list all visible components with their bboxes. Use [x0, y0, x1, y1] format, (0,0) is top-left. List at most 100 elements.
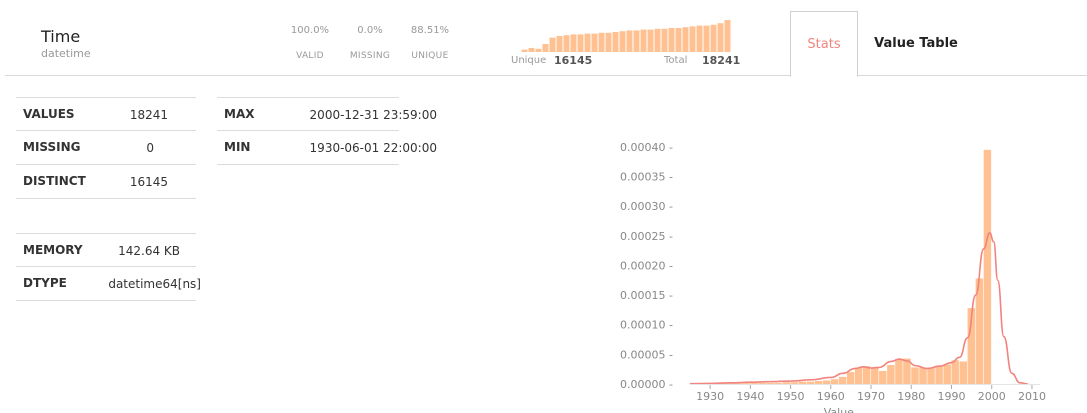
stat-row-max: MAX 2000-12-31 23:59:00: [217, 97, 437, 131]
stat-value: 16145: [129, 175, 168, 189]
mini-hist-bar: [703, 25, 710, 52]
mini-histogram: [521, 20, 731, 52]
histogram-bar: [766, 382, 774, 384]
stats-table-range: MAX 2000-12-31 23:59:00 MIN 1930-06-01 2…: [217, 97, 437, 165]
histogram-bar: [838, 376, 847, 384]
histogram-bar: [790, 382, 799, 384]
histogram-bar: [822, 380, 831, 384]
histogram-bar: [846, 372, 855, 384]
mini-hist-bar: [633, 30, 640, 52]
mini-hist-bar: [556, 36, 563, 52]
mini-hist-bar: [528, 48, 535, 52]
stat-key: DISTINCT: [23, 174, 86, 188]
stat-row-min: MIN 1930-06-01 22:00:00: [217, 131, 437, 165]
stat-value: 0: [146, 141, 154, 155]
tab-value-table[interactable]: Value Table: [862, 11, 970, 75]
stat-value: 2000-12-31 23:59:00: [309, 108, 437, 122]
mini-hist-bar: [535, 48, 542, 52]
y-tick-label: 0.00015 -: [620, 289, 673, 302]
stat-value: datetime64[ns]: [108, 277, 201, 291]
column-title: Time: [41, 27, 81, 46]
mini-hist-bar: [647, 29, 654, 52]
mini-hist-bar: [591, 33, 598, 52]
tab-stats[interactable]: Stats: [790, 11, 858, 77]
valid-label: VALID: [296, 51, 324, 61]
histogram-bar: [806, 381, 815, 384]
mini-hist-bar: [577, 34, 584, 52]
x-tick-label: 1940: [736, 390, 764, 403]
mini-hist-bar: [563, 35, 570, 52]
histogram-bar: [943, 364, 951, 384]
histogram-bar: [887, 365, 895, 384]
mini-hist-bar: [689, 26, 696, 52]
histogram-bar: [911, 367, 919, 384]
mini-hist-bar: [640, 29, 647, 52]
histogram-bar: [862, 366, 871, 384]
y-tick-label: 0.00020 -: [620, 259, 673, 272]
mini-hist-bar: [682, 27, 689, 52]
x-tick-label: 2000: [978, 390, 1006, 403]
histogram-chart: 0.00000 - 0.00005 - 0.00010 - 0.00015 - 0.00…: [620, 141, 1046, 413]
stat-key: MAX: [224, 107, 255, 121]
x-tick-label: 1960: [817, 390, 845, 403]
x-axis-label: Value: [824, 406, 854, 413]
histogram-bar: [814, 381, 823, 384]
mini-hist-bar: [654, 28, 661, 52]
x-tick-label: 1950: [777, 390, 805, 403]
stats-table-memory: MEMORY 142.64 KB DTYPE datetime64[ns]: [16, 233, 201, 301]
unique-pct: 88.51%: [410, 25, 450, 36]
y-tick-label: 0.00040 -: [620, 141, 673, 154]
histogram-bar: [935, 365, 943, 384]
histogram-bar: [758, 382, 766, 384]
mini-hist-bar: [612, 32, 619, 52]
histogram-bar: [871, 367, 879, 384]
stat-value: 1930-06-01 22:00:00: [309, 141, 437, 155]
stat-row-memory: MEMORY 142.64 KB: [16, 233, 196, 267]
y-tick-label: 0.00005 -: [620, 348, 673, 361]
y-tick-label: 0.00010 -: [620, 319, 673, 332]
stat-key: MEMORY: [23, 243, 83, 257]
mini-hist-bar: [521, 49, 528, 52]
stat-key: MIN: [224, 140, 251, 154]
stat-row-distinct: DISTINCT 16145: [16, 165, 196, 199]
mini-hist-bar: [605, 32, 612, 52]
y-tick-label: 0.00000 -: [620, 378, 673, 391]
x-tick-label: 2010: [1018, 390, 1046, 403]
histogram-bar: [919, 367, 927, 384]
stat-row-missing: MISSING 0: [16, 131, 196, 165]
y-tick-label: 0.00025 -: [620, 230, 673, 243]
histogram-bar: [983, 149, 992, 384]
total-count: 18241: [702, 54, 741, 67]
histogram-bar: [959, 361, 967, 384]
mini-hist-bar: [549, 37, 556, 52]
stat-key: MISSING: [23, 140, 81, 154]
mini-hist-bar: [542, 44, 549, 52]
histogram-bar: [879, 370, 887, 384]
x-tick-label: 1930: [696, 390, 724, 403]
y-tick-label: 0.00030 -: [620, 200, 673, 213]
total-caption: Total: [664, 55, 688, 66]
mini-hist-bar: [668, 28, 675, 52]
unique-label: UNIQUE: [411, 51, 449, 61]
mini-hist-bar: [661, 28, 668, 52]
y-tick-label: 0.00035 -: [620, 171, 673, 184]
stat-key: VALUES: [23, 107, 75, 121]
histogram-bar: [927, 367, 935, 384]
stat-value: 142.64 KB: [118, 244, 180, 258]
stat-row-values: VALUES 18241: [16, 97, 196, 131]
histogram-bar: [895, 359, 903, 384]
mini-hist-bar: [626, 30, 633, 52]
stat-row-dtype: DTYPE datetime64[ns]: [16, 267, 201, 301]
x-tick-label: 1990: [937, 390, 965, 403]
mini-hist-bar: [696, 25, 703, 52]
mini-hist-bar: [584, 33, 591, 52]
histogram-bar: [951, 360, 959, 384]
mini-hist-bar: [675, 28, 682, 52]
missing-pct: 0.0%: [357, 25, 383, 36]
stats-table-counts: VALUES 18241 MISSING 0 DISTINCT 16145: [16, 97, 196, 199]
histogram-bar: [774, 382, 782, 384]
mini-hist-bar: [710, 24, 717, 52]
x-tick-label: 1970: [857, 390, 885, 403]
stat-key: DTYPE: [23, 276, 67, 290]
unique-count: 16145: [554, 54, 593, 67]
